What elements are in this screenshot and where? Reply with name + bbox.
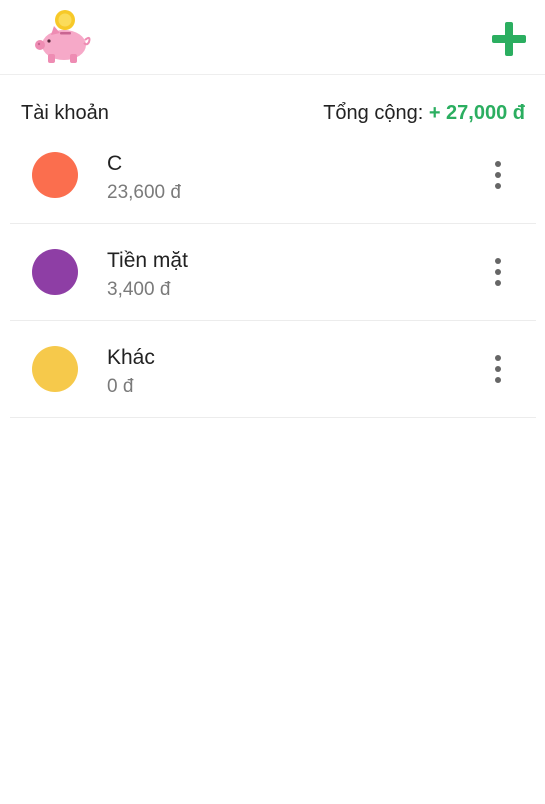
more-vertical-icon[interactable] [488,258,508,286]
account-row-tien-mat[interactable]: Tiền mặt 3,400 đ [10,224,536,321]
account-balance: 0 đ [107,376,134,397]
accounts-title: Tài khoản [21,102,109,124]
account-color-dot [32,346,78,392]
account-color-dot [32,152,78,198]
account-balance: 3,400 đ [107,279,171,300]
total-summary: Tổng cộng: + 27,000 đ [323,102,525,125]
total-value: + 27,000 đ [428,102,525,124]
account-name: Khác [107,346,155,369]
account-name: C [107,152,123,175]
account-color-dot [32,249,78,295]
more-vertical-icon[interactable] [488,355,508,383]
top-bar [0,0,545,75]
accounts-summary: Tài khoản Tổng cộng: + 27,000 đ [21,102,525,128]
account-row-khac[interactable]: Khác 0 đ [10,321,536,418]
piggy-bank-icon [35,10,91,63]
account-name: Tiền mặt [107,249,188,272]
account-row-c[interactable]: C 23,600 đ [10,127,536,224]
total-label: Tổng cộng: [323,102,429,124]
add-account-button[interactable] [490,20,528,58]
account-balance: 23,600 đ [107,182,181,203]
account-list: C 23,600 đ Tiền mặt 3,400 đ Khác 0 đ [10,127,536,418]
more-vertical-icon[interactable] [488,161,508,189]
